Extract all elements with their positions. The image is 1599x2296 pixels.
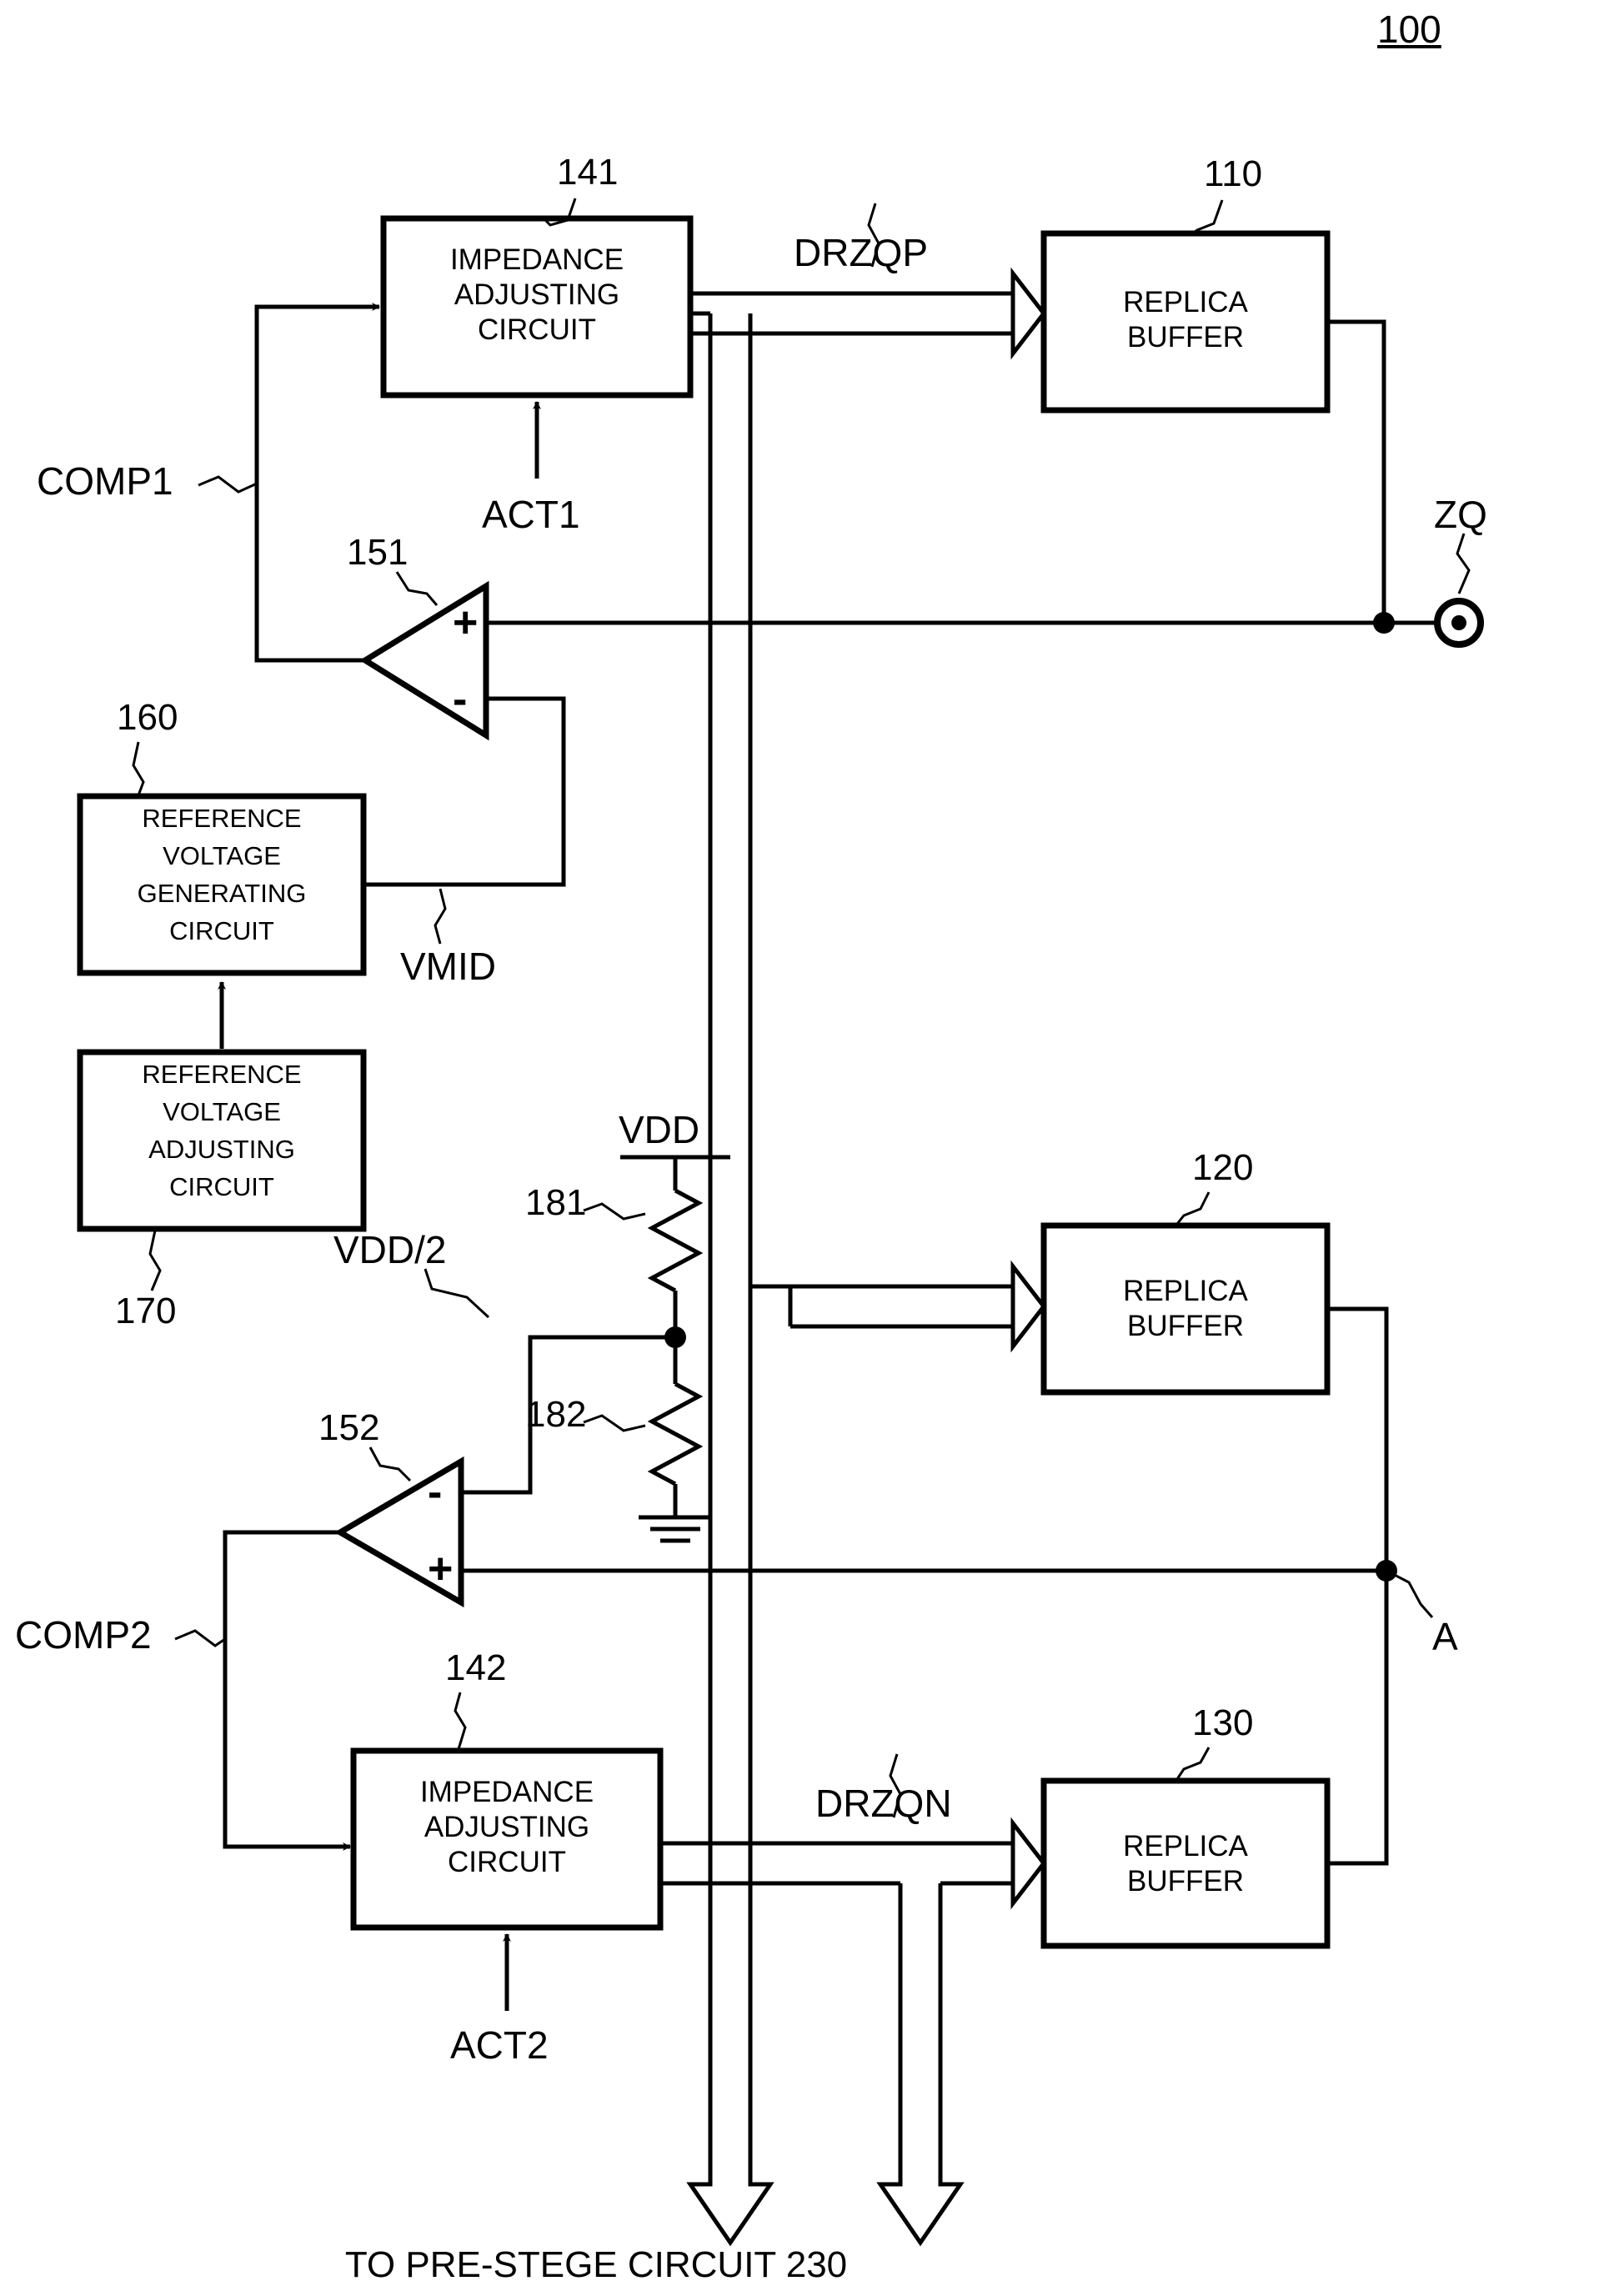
block-label-rvac-line4: CIRCUIT <box>169 1172 274 1201</box>
signal-label-comp2: COMP2 <box>15 1613 152 1657</box>
wire-151-out-comp1 <box>254 304 365 663</box>
leader-170 <box>148 1230 162 1291</box>
leader-110 <box>1190 199 1224 237</box>
signal-label-act1: ACT1 <box>482 493 580 536</box>
leader-vddhalf <box>424 1268 490 1319</box>
figure-number: 100 <box>1377 8 1441 51</box>
comparator-151-minus-input: - <box>453 675 468 724</box>
bus-drzqp-arrowhead <box>1010 267 1047 360</box>
leader-vmid <box>434 888 447 945</box>
ref-number-110: 110 <box>1204 153 1263 194</box>
bus-to-rb120-arrowhead <box>1010 1260 1047 1353</box>
ref-number-151: 151 <box>347 532 409 573</box>
junction-dot-divider <box>664 1326 686 1348</box>
block-label-rb110-line2: BUFFER <box>1127 321 1244 353</box>
block-label-iac2-line1: IMPEDANCE <box>419 1776 594 1808</box>
leader-182 <box>583 1414 646 1432</box>
wire-rb120-out-down <box>1327 1306 1389 1571</box>
leader-181 <box>583 1202 646 1221</box>
block-label-iac1-line1: IMPEDANCE <box>449 243 624 276</box>
ref-number-120: 120 <box>1192 1147 1254 1188</box>
signal-label-node-a: A <box>1432 1615 1458 1658</box>
block-label-rb130-line1: REPLICA <box>1123 1830 1248 1862</box>
bus-drzqn-arrowhead <box>1010 1817 1047 1910</box>
leader-142 <box>454 1692 467 1750</box>
bus-arrow-down-drzqp <box>686 2130 774 2247</box>
ref-number-141: 141 <box>557 152 619 193</box>
block-label-rvac-line1: REFERENCE <box>142 1060 302 1089</box>
leader-130 <box>1175 1747 1211 1780</box>
wire-152-out-comp2 <box>223 1530 340 1849</box>
block-label-iac2-line2: ADJUSTING <box>424 1811 590 1843</box>
junction-dot-node-a <box>1376 1560 1397 1582</box>
leader-zq <box>1456 533 1471 594</box>
patent-figure-canvas: 100 141 IMPEDANCE ADJUSTING CIRCUIT 110 … <box>0 0 1599 2296</box>
block-label-rb130-line2: BUFFER <box>1127 1865 1244 1897</box>
ref-number-142: 142 <box>445 1647 507 1688</box>
leader-160 <box>132 741 145 796</box>
wire-rb130-out-up <box>1327 1571 1389 1866</box>
signal-label-drzqn: DRZQN <box>815 1782 952 1825</box>
comparator-152-plus-input: + <box>428 1545 454 1593</box>
block-label-rvgc-line3: GENERATING <box>137 879 307 908</box>
comparator-152-minus-input: - <box>428 1468 443 1516</box>
block-label-iac1-line2: ADJUSTING <box>454 278 620 311</box>
block-label-rb120-line1: REPLICA <box>1123 1275 1248 1307</box>
signal-label-vmid: VMID <box>400 945 496 988</box>
ref-number-181: 181 <box>525 1182 587 1223</box>
block-label-rvgc-line2: VOLTAGE <box>163 841 281 870</box>
block-label-rb120-line2: BUFFER <box>1127 1310 1244 1342</box>
block-label-rvac-line3: ADJUSTING <box>148 1135 295 1164</box>
wire-rb110-out-to-zq <box>1327 319 1386 623</box>
ref-number-160: 160 <box>117 697 178 738</box>
block-label-rvgc-line1: REFERENCE <box>142 804 302 833</box>
block-label-rvac-line2: VOLTAGE <box>163 1097 281 1126</box>
signal-label-act2: ACT2 <box>450 2023 549 2067</box>
junction-dot-zq <box>1373 612 1395 634</box>
resistor-182-zigzag <box>647 1381 704 1486</box>
resistor-181-zigzag <box>647 1188 704 1293</box>
bottom-caption: TO PRE-STEGE CIRCUIT 230 <box>344 2244 848 2285</box>
block-label-rb110-line1: REPLICA <box>1123 286 1248 318</box>
block-label-iac2-line3: CIRCUIT <box>448 1846 566 1878</box>
ref-number-170: 170 <box>115 1291 177 1331</box>
leader-120 <box>1175 1191 1211 1225</box>
leader-151 <box>395 571 439 606</box>
zq-terminal-inner <box>1451 615 1466 630</box>
ref-number-130: 130 <box>1192 1702 1254 1743</box>
comparator-151-plus-input: + <box>453 599 479 647</box>
bus-arrow-down-drzqn <box>876 2130 965 2247</box>
wire-151-minus-to-vmid <box>363 696 566 887</box>
signal-label-vdd-half: VDD/2 <box>333 1228 447 1271</box>
leader-152 <box>368 1446 412 1482</box>
signal-label-vdd: VDD <box>619 1108 700 1151</box>
block-label-rvgc-line4: CIRCUIT <box>169 916 274 945</box>
leader-comp2 <box>174 1629 226 1647</box>
block-label-iac1-line3: CIRCUIT <box>478 313 596 346</box>
signal-label-comp1: COMP1 <box>37 459 173 503</box>
ref-number-152: 152 <box>318 1407 380 1448</box>
signal-label-drzqp: DRZQP <box>794 231 928 274</box>
signal-label-zq: ZQ <box>1434 493 1487 536</box>
ref-number-182: 182 <box>525 1394 587 1435</box>
leader-comp1 <box>198 475 258 494</box>
